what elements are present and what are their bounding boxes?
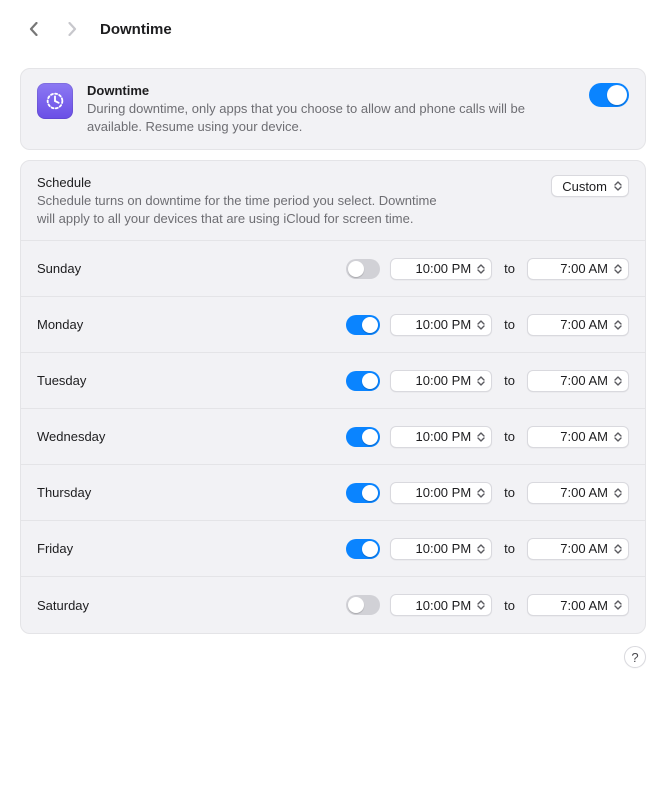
stepper-arrows-icon xyxy=(475,373,487,389)
stepper-arrows-icon xyxy=(612,261,624,277)
day-from-time[interactable]: 10:00 PM xyxy=(390,370,492,392)
help-button[interactable]: ? xyxy=(624,646,646,668)
day-controls: 10:00 PM to 7:00 AM xyxy=(346,594,629,616)
schedule-title: Schedule xyxy=(37,175,537,190)
stepper-arrows-icon xyxy=(612,373,624,389)
downtime-master-text: Downtime During downtime, only apps that… xyxy=(87,83,575,135)
schedule-card: Schedule Schedule turns on downtime for … xyxy=(20,160,646,634)
day-toggle[interactable] xyxy=(346,371,380,391)
day-to-time[interactable]: 7:00 AM xyxy=(527,314,629,336)
day-toggle[interactable] xyxy=(346,483,380,503)
day-to-value: 7:00 AM xyxy=(560,261,608,276)
stepper-arrows-icon xyxy=(475,597,487,613)
day-controls: 10:00 PM to 7:00 AM xyxy=(346,538,629,560)
day-row: Thursday 10:00 PM to 7:00 AM xyxy=(21,465,645,521)
day-from-value: 10:00 PM xyxy=(416,261,472,276)
stepper-arrows-icon xyxy=(612,317,624,333)
day-from-value: 10:00 PM xyxy=(416,429,472,444)
downtime-master-toggle[interactable] xyxy=(589,83,629,107)
page-title: Downtime xyxy=(100,21,172,38)
help-icon: ? xyxy=(631,650,638,665)
day-from-value: 10:00 PM xyxy=(416,541,472,556)
stepper-arrows-icon xyxy=(475,541,487,557)
stepper-arrows-icon xyxy=(612,429,624,445)
to-label: to xyxy=(502,261,517,276)
day-name: Saturday xyxy=(37,598,346,613)
stepper-arrows-icon xyxy=(475,261,487,277)
downtime-settings-window: Downtime Downtime During downtime, only … xyxy=(0,0,666,798)
to-label: to xyxy=(502,598,517,613)
stepper-arrows-icon xyxy=(612,597,624,613)
day-to-value: 7:00 AM xyxy=(560,485,608,500)
schedule-mode-select[interactable]: Custom xyxy=(551,175,629,197)
stepper-arrows-icon xyxy=(475,317,487,333)
day-row: Tuesday 10:00 PM to 7:00 AM xyxy=(21,353,645,409)
downtime-master-desc: During downtime, only apps that you choo… xyxy=(87,100,575,135)
day-from-value: 10:00 PM xyxy=(416,485,472,500)
day-to-value: 7:00 AM xyxy=(560,373,608,388)
day-from-time[interactable]: 10:00 PM xyxy=(390,426,492,448)
day-controls: 10:00 PM to 7:00 AM xyxy=(346,482,629,504)
schedule-days-list: Sunday 10:00 PM to 7:00 AM Monday 10:00 PM to 7… xyxy=(21,241,645,633)
day-to-time[interactable]: 7:00 AM xyxy=(527,370,629,392)
day-to-value: 7:00 AM xyxy=(560,317,608,332)
day-to-time[interactable]: 7:00 AM xyxy=(527,258,629,280)
day-toggle[interactable] xyxy=(346,427,380,447)
day-from-time[interactable]: 10:00 PM xyxy=(390,538,492,560)
day-to-time[interactable]: 7:00 AM xyxy=(527,594,629,616)
day-name: Sunday xyxy=(37,261,346,276)
day-from-time[interactable]: 10:00 PM xyxy=(390,314,492,336)
day-to-value: 7:00 AM xyxy=(560,598,608,613)
to-label: to xyxy=(502,317,517,332)
day-controls: 10:00 PM to 7:00 AM xyxy=(346,258,629,280)
back-button[interactable] xyxy=(20,15,48,43)
forward-button[interactable] xyxy=(58,15,86,43)
day-row: Sunday 10:00 PM to 7:00 AM xyxy=(21,241,645,297)
downtime-master-card: Downtime During downtime, only apps that… xyxy=(20,68,646,150)
day-name: Thursday xyxy=(37,485,346,500)
stepper-arrows-icon xyxy=(475,429,487,445)
day-row: Monday 10:00 PM to 7:00 AM xyxy=(21,297,645,353)
downtime-master-title: Downtime xyxy=(87,83,575,98)
day-controls: 10:00 PM to 7:00 AM xyxy=(346,314,629,336)
day-toggle[interactable] xyxy=(346,315,380,335)
schedule-mode-value: Custom xyxy=(562,179,607,194)
day-to-time[interactable]: 7:00 AM xyxy=(527,538,629,560)
stepper-arrows-icon xyxy=(475,485,487,501)
downtime-icon xyxy=(37,83,73,119)
to-label: to xyxy=(502,485,517,500)
schedule-desc: Schedule turns on downtime for the time … xyxy=(37,192,457,228)
day-from-value: 10:00 PM xyxy=(416,373,472,388)
day-row: Saturday 10:00 PM to 7:00 AM xyxy=(21,577,645,633)
stepper-arrows-icon xyxy=(612,485,624,501)
day-controls: 10:00 PM to 7:00 AM xyxy=(346,426,629,448)
schedule-header: Schedule Schedule turns on downtime for … xyxy=(21,161,645,241)
downtime-master-row: Downtime During downtime, only apps that… xyxy=(21,69,645,149)
day-name: Tuesday xyxy=(37,373,346,388)
day-to-time[interactable]: 7:00 AM xyxy=(527,426,629,448)
day-to-value: 7:00 AM xyxy=(560,429,608,444)
to-label: to xyxy=(502,429,517,444)
day-from-value: 10:00 PM xyxy=(416,317,472,332)
to-label: to xyxy=(502,541,517,556)
titlebar: Downtime xyxy=(20,0,646,58)
day-to-time[interactable]: 7:00 AM xyxy=(527,482,629,504)
chevron-up-down-icon xyxy=(612,178,624,194)
day-from-time[interactable]: 10:00 PM xyxy=(390,482,492,504)
day-toggle[interactable] xyxy=(346,539,380,559)
day-from-time[interactable]: 10:00 PM xyxy=(390,258,492,280)
day-name: Monday xyxy=(37,317,346,332)
day-row: Wednesday 10:00 PM to 7:00 AM xyxy=(21,409,645,465)
to-label: to xyxy=(502,373,517,388)
day-name: Friday xyxy=(37,541,346,556)
day-from-time[interactable]: 10:00 PM xyxy=(390,594,492,616)
day-to-value: 7:00 AM xyxy=(560,541,608,556)
day-toggle[interactable] xyxy=(346,259,380,279)
stepper-arrows-icon xyxy=(612,541,624,557)
day-name: Wednesday xyxy=(37,429,346,444)
day-controls: 10:00 PM to 7:00 AM xyxy=(346,370,629,392)
day-from-value: 10:00 PM xyxy=(416,598,472,613)
day-toggle[interactable] xyxy=(346,595,380,615)
day-row: Friday 10:00 PM to 7:00 AM xyxy=(21,521,645,577)
